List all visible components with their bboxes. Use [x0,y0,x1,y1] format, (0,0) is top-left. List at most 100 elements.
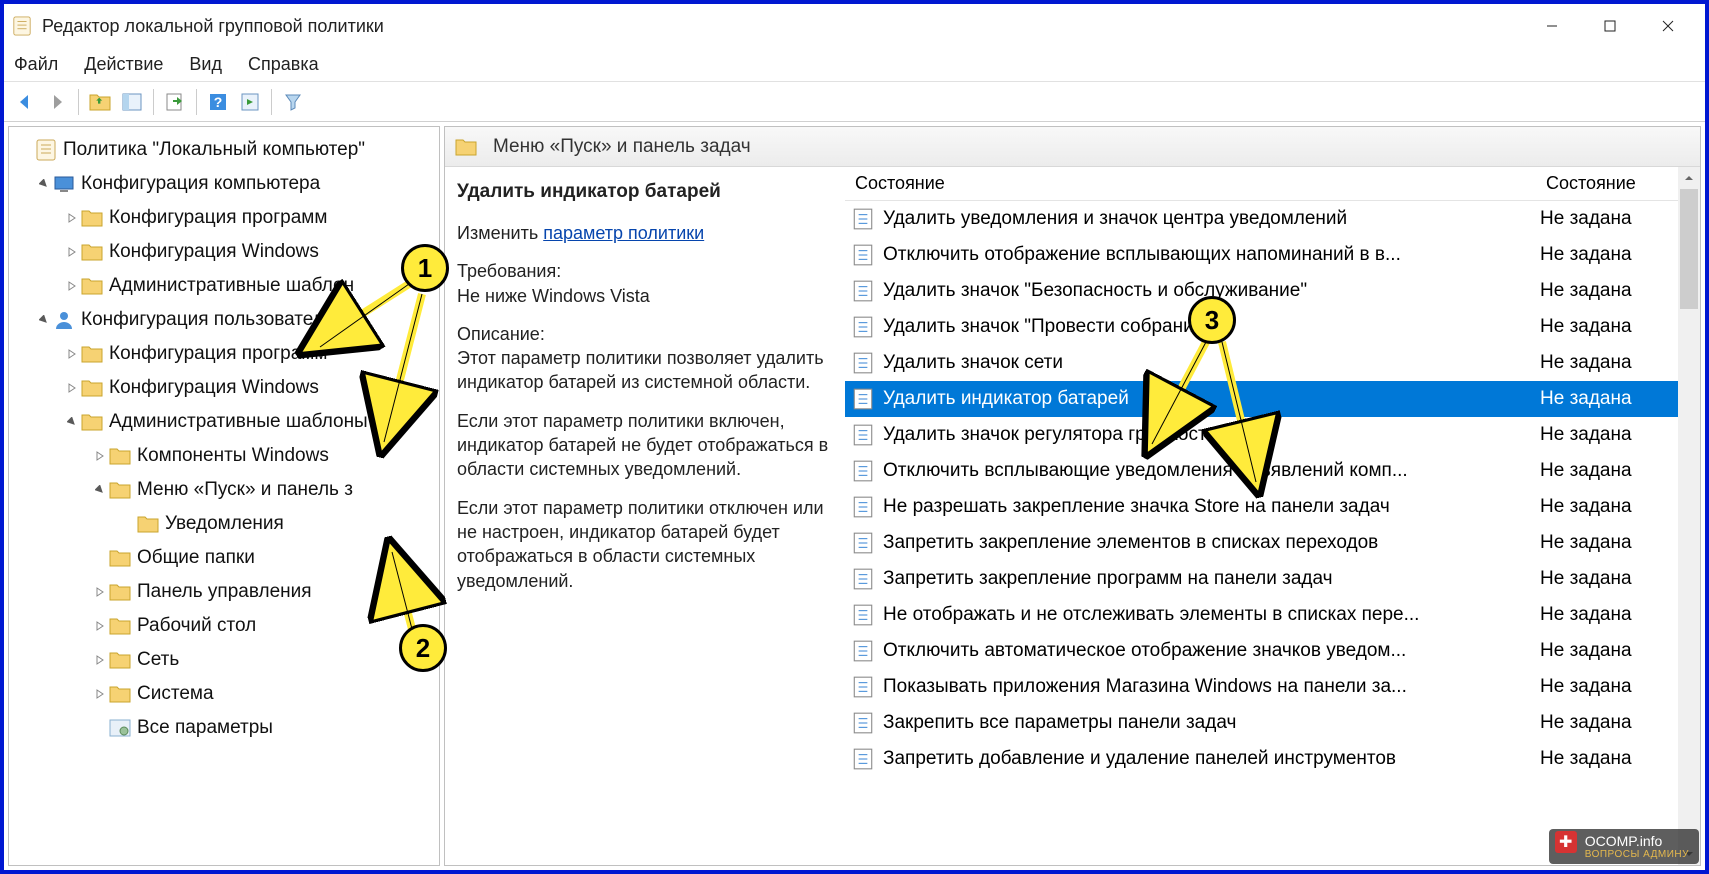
policy-state: Не задана [1540,460,1700,482]
up-button[interactable] [85,87,115,117]
tree-label: Рабочий стол [137,615,256,637]
tree-cpanel[interactable]: Панель управления [11,575,437,609]
watermark-site: OCOMP.info [1585,833,1663,849]
close-button[interactable] [1639,8,1697,44]
tree-all-params[interactable]: Все параметры [11,711,437,745]
policy-name: Запретить добавление и удаление панелей … [883,748,1540,770]
policy-name: Удалить значок сети [883,352,1540,374]
policy-row[interactable]: Не отображать и не отслеживать элементы … [845,597,1700,633]
policy-row[interactable]: Показывать приложения Магазина Windows н… [845,669,1700,705]
policy-row[interactable]: Отключить автоматическое отображение зна… [845,633,1700,669]
expander-closed-icon [95,587,105,597]
tree-notifications[interactable]: Уведомления [11,507,437,541]
policy-name: Закрепить все параметры панели задач [883,712,1540,734]
export-list-button[interactable] [160,87,190,117]
expander-closed-icon [95,621,105,631]
scroll-thumb[interactable] [1680,189,1698,309]
expander-closed-icon [67,281,77,291]
menu-file[interactable]: Файл [14,54,58,75]
expander-open-icon [39,179,49,189]
properties-button[interactable] [235,87,265,117]
policy-state: Не задана [1540,208,1700,230]
policy-row[interactable]: Запретить добавление и удаление панелей … [845,741,1700,777]
policy-row[interactable]: Удалить уведомления и значок центра увед… [845,201,1700,237]
help-button[interactable]: ? [203,87,233,117]
tree-components-windows[interactable]: Компоненты Windows [11,439,437,473]
folder-icon [109,683,131,705]
maximize-button[interactable] [1581,8,1639,44]
callout-badge-2: 2 [399,624,447,672]
policy-icon [851,243,875,267]
policy-state: Не задана [1540,712,1700,734]
menu-help[interactable]: Справка [248,54,319,75]
vertical-scrollbar[interactable] [1678,167,1700,865]
policy-row[interactable]: Не разрешать закрепление значка Store на… [845,489,1700,525]
tree-computer-config[interactable]: Конфигурация компьютера [11,167,437,201]
policy-name: Не отображать и не отслеживать элементы … [883,604,1540,626]
edit-label: Изменить [457,223,543,243]
expander-closed-icon [67,383,77,393]
policy-icon [851,639,875,663]
tree-network[interactable]: Сеть [11,643,437,677]
requirements-text: Не ниже Windows Vista [457,286,650,306]
tree-root-label: Политика "Локальный компьютер" [63,139,365,161]
policy-name: Отключить отображение всплывающих напоми… [883,244,1540,266]
policy-row[interactable]: Удалить значок "Безопасность и обслужива… [845,273,1700,309]
policy-row[interactable]: Отключить отображение всплывающих напоми… [845,237,1700,273]
expander-closed-icon [95,655,105,665]
policy-name: Отключить автоматическое отображение зна… [883,640,1540,662]
tree-shared[interactable]: Общие папки [11,541,437,575]
policy-icon [851,351,875,375]
user-icon [53,309,75,331]
tree-user-config[interactable]: Конфигурация пользователя [11,303,437,337]
policy-state: Не задана [1540,748,1700,770]
tree-start-menu[interactable]: Меню «Пуск» и панель з [11,473,437,507]
policy-icon [851,711,875,735]
back-button[interactable] [10,87,40,117]
tree-system[interactable]: Система [11,677,437,711]
tree-comp-admin[interactable]: Административные шаблон [11,269,437,303]
show-hide-tree-button[interactable] [117,87,147,117]
policy-row[interactable]: Удалить индикатор батарейНе задана [845,381,1700,417]
tree-label: Меню «Пуск» и панель з [137,479,353,501]
policy-row[interactable]: Закрепить все параметры панели задачНе з… [845,705,1700,741]
description-label: Описание: [457,324,545,344]
tree-desktop[interactable]: Рабочий стол [11,609,437,643]
list-header[interactable]: Состояние Состояние [845,167,1700,201]
tree-label: Конфигурация пользователя [81,309,334,331]
toolbar: ? [4,82,1705,122]
tree-label: Система [137,683,214,705]
forward-button[interactable] [42,87,72,117]
menu-view[interactable]: Вид [189,54,222,75]
policy-row[interactable]: Удалить значок "Провести собрание"Не зад… [845,309,1700,345]
column-name[interactable]: Состояние [845,173,1540,194]
policy-icon [851,387,875,411]
edit-policy-link[interactable]: параметр политики [543,223,704,243]
policy-row[interactable]: Удалить значок регулятора громкостиНе за… [845,417,1700,453]
tree-pane[interactable]: Политика "Локальный компьютер" Конфигура… [8,126,440,866]
tree-label: Панель управления [137,581,312,603]
scroll-up-icon[interactable] [1678,167,1700,189]
expander-closed-icon [67,247,77,257]
folder-icon [81,275,103,297]
policy-name: Удалить значок регулятора громкости [883,424,1540,446]
policy-icon [851,207,875,231]
tree-root[interactable]: Политика "Локальный компьютер" [11,133,437,167]
column-state[interactable]: Состояние [1540,173,1700,194]
tree-comp-windows[interactable]: Конфигурация Windows [11,235,437,269]
tree-comp-programs[interactable]: Конфигурация программ [11,201,437,235]
menu-action[interactable]: Действие [84,54,163,75]
minimize-button[interactable] [1523,8,1581,44]
tree-user-programs[interactable]: Конфигурация программ [11,337,437,371]
menu-bar: Файл Действие Вид Справка [4,48,1705,82]
policy-row[interactable]: Отключить всплывающие уведомления объявл… [845,453,1700,489]
tree-user-admin[interactable]: Административные шаблоны [11,405,437,439]
policy-row[interactable]: Запретить закрепление программ на панели… [845,561,1700,597]
tree-user-windows[interactable]: Конфигурация Windows [11,371,437,405]
policy-row[interactable]: Запретить закрепление элементов в списка… [845,525,1700,561]
expander-closed-icon [95,451,105,461]
window-title: Редактор локальной групповой политики [42,16,1523,37]
filter-button[interactable] [278,87,308,117]
policy-row[interactable]: Удалить значок сетиНе задана [845,345,1700,381]
toolbar-divider [196,89,197,115]
